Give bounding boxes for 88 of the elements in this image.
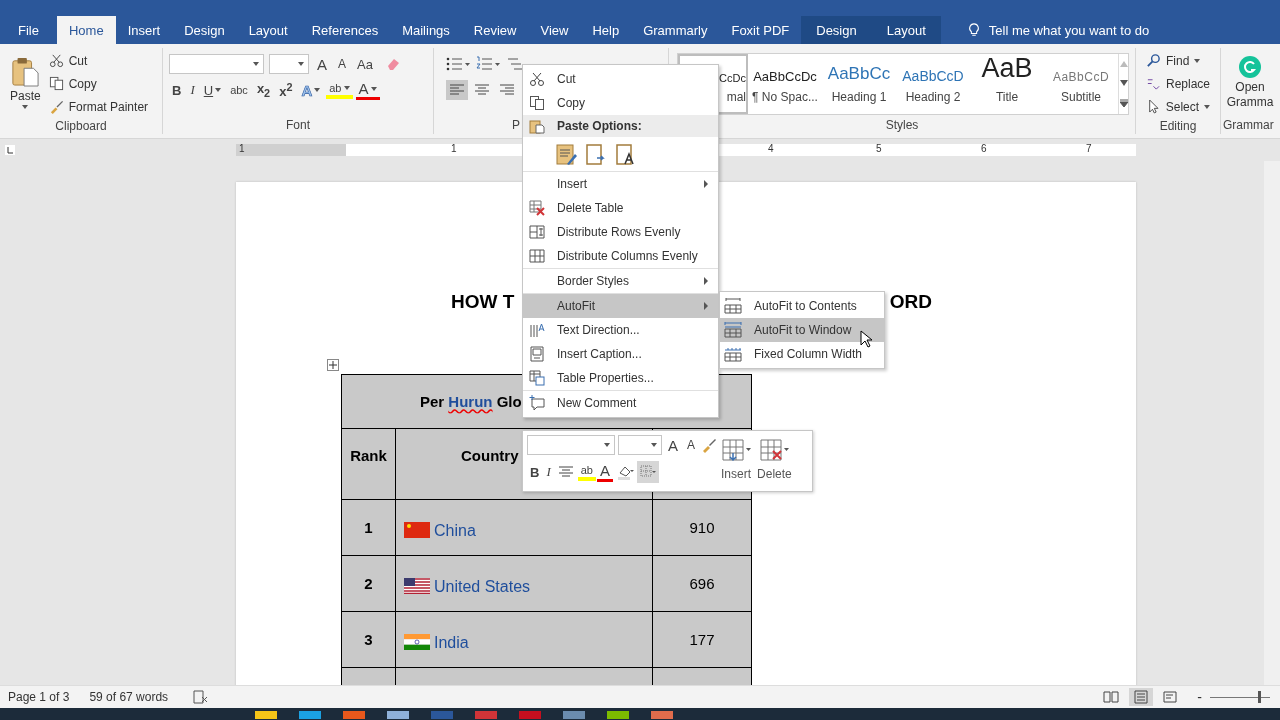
ribbon-tab[interactable]: Insert [115,16,173,44]
font-format-button[interactable]: x$^{2}$ [276,80,296,101]
menu-item[interactable]: AutoFit to Window [720,318,884,342]
ribbon-tab[interactable]: Layout [236,16,300,44]
font-format-button[interactable]: ab [326,81,353,99]
ribbon-tab[interactable]: Review [461,16,529,44]
font-button[interactable]: A [335,56,350,72]
word-count[interactable]: 59 of 67 words [89,690,169,704]
ribbon-tab[interactable]: References [299,16,391,44]
zoom-out-button[interactable]: - [1197,689,1202,705]
menu-item[interactable]: AutoFit to Contents [720,294,884,318]
font-format-button[interactable]: x$_{2}$ [253,80,274,100]
ribbon-tab[interactable]: Mailings [390,16,462,44]
font-format-button[interactable]: abc [227,83,251,98]
ruler-number: 4 [768,143,774,154]
menu-item[interactable]: Distribute Columns Evenly [523,244,718,268]
page-count[interactable]: Page 1 of 3 [8,690,70,704]
format-button[interactable]: A [597,462,613,482]
font-format-button[interactable]: U [200,81,225,99]
editing-button[interactable]: Find [1142,50,1214,71]
group-label: Grammar [1223,118,1274,132]
font-format-button[interactable]: I [187,81,198,100]
ruler-number: 6 [981,143,987,154]
rank-text: 3 [364,631,373,648]
ruler-number: 1 [239,143,245,154]
group-label: Font [286,118,310,132]
open-grammarly-button[interactable]: Open Gramma [1226,80,1274,110]
menu-item[interactable]: Table Properties... [523,366,718,390]
style-tile[interactable]: AaB Title [970,54,1044,114]
editing-button[interactable]: Replace [1142,73,1214,94]
font-format-button[interactable]: B [169,81,185,99]
font-button[interactable]: Aa [354,55,376,73]
style-tile[interactable]: AaBbCcD Heading 2 [896,54,970,114]
group-label: Editing [1159,118,1197,133]
format-button[interactable]: B [527,463,543,481]
ribbon-tab[interactable]: File [0,16,57,44]
ribbon-tab[interactable]: Layout [871,16,941,44]
menu-item[interactable]: Delete Table [523,196,718,220]
rank-text: 1 [364,519,373,536]
menu-section-header: Paste Options: [523,115,718,137]
menu-item[interactable]: New Comment [523,390,718,415]
style-tile[interactable]: AaBbCcD Subtitle [1044,54,1118,114]
menu-item[interactable]: Fixed Column Width [720,342,884,366]
ribbon-tab[interactable]: View [528,16,581,44]
group-label: Styles [885,118,919,132]
ribbon-tab[interactable]: Help [580,16,632,44]
column-header: Rank [350,447,387,464]
clipboard-button[interactable]: Cut [44,50,153,71]
country-name: India [434,634,469,652]
menu-item[interactable]: Insert Caption... [523,342,718,366]
document-heading: HOW T [451,291,515,313]
count-text: 910 [689,519,715,536]
clipboard-button[interactable]: Format Painter [44,96,153,117]
ribbon-tab[interactable]: Design [172,16,237,44]
ribbon-tab[interactable]: Grammarly [631,16,720,44]
menu-item[interactable]: Text Direction... [523,318,718,342]
format-button[interactable]: I [543,463,554,481]
country-name: United States [434,578,531,596]
menu-item[interactable]: AutoFit [523,293,718,318]
table-button[interactable]: Delete [755,435,794,487]
tell-me-search[interactable]: Tell me what you want to do [988,22,1150,38]
group-label: P [512,118,520,132]
menu-item[interactable]: Distribute Rows Evenly [523,220,718,244]
table-title: Per Hurun Glo [420,393,522,410]
clipboard-button[interactable]: Copy [44,73,153,94]
ruler-number: 7 [1086,143,1092,154]
paste-button[interactable]: Paste [6,54,45,111]
ribbon-tab[interactable]: Design [801,16,872,44]
menu-item[interactable]: Copy [523,91,718,115]
rank-text: 2 [364,575,373,592]
count-text: 177 [689,631,715,648]
ribbon-tab[interactable]: Foxit PDF [719,16,802,44]
column-header: Country [461,447,519,464]
menu-item[interactable]: Insert [523,171,718,196]
style-tile[interactable]: AaBbCc Heading 1 [822,54,896,114]
font-format-button[interactable]: A [355,80,380,100]
country-name: China [434,522,476,540]
editing-button[interactable]: Select [1142,96,1214,117]
group-label: Clipboard [55,118,107,133]
font-button[interactable]: A [314,54,330,74]
count-text: 696 [689,575,715,592]
menu-item[interactable]: Cut [523,67,718,91]
ruler-number: 1 [451,143,457,154]
ribbon-tab[interactable]: Home [56,16,116,44]
document-heading: ORD [889,291,932,313]
ruler-number: 5 [876,143,882,154]
format-button[interactable]: ab [577,463,596,481]
style-tile[interactable]: AaBbCcDc ¶ No Spac... [748,54,822,114]
